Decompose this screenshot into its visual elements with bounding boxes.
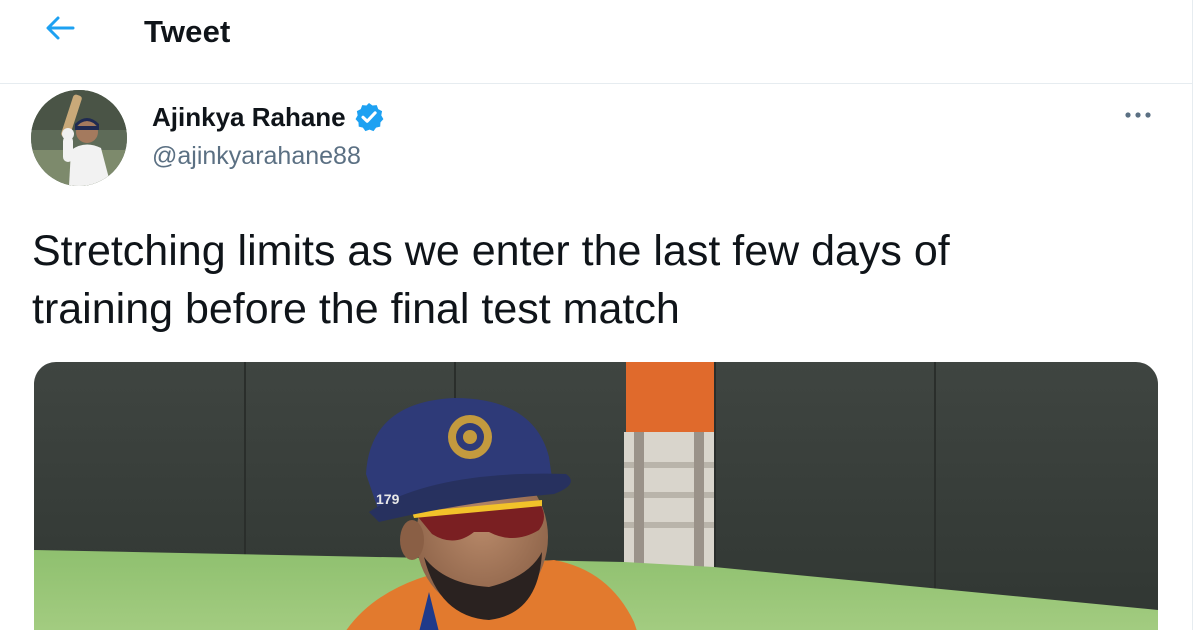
tweet-text-line: training before the final test match bbox=[32, 285, 680, 333]
tweet-text: Stretching limits as we enter the last f… bbox=[32, 222, 1132, 338]
column-border bbox=[1192, 0, 1193, 630]
tweet-text-line: Stretching limits as we enter the last f… bbox=[32, 227, 950, 275]
author-name-row: Ajinkya Rahane bbox=[152, 100, 385, 134]
display-name[interactable]: Ajinkya Rahane bbox=[152, 100, 346, 134]
more-horizontal-icon bbox=[1122, 107, 1154, 125]
arrow-left-icon bbox=[43, 14, 77, 47]
avatar[interactable] bbox=[31, 90, 127, 186]
tweet-page: Tweet Ajinkya Rahane @ajinkyarahane88 St… bbox=[0, 0, 1200, 630]
back-button[interactable] bbox=[38, 12, 82, 48]
tweet-media-image[interactable]: 179 bbox=[34, 362, 1158, 630]
verified-badge-icon bbox=[353, 101, 385, 133]
svg-text:179: 179 bbox=[376, 491, 400, 507]
page-title: Tweet bbox=[144, 14, 231, 49]
user-handle[interactable]: @ajinkyarahane88 bbox=[152, 140, 361, 172]
header-bar: Tweet bbox=[0, 0, 1192, 84]
more-options-button[interactable] bbox=[1118, 102, 1158, 130]
